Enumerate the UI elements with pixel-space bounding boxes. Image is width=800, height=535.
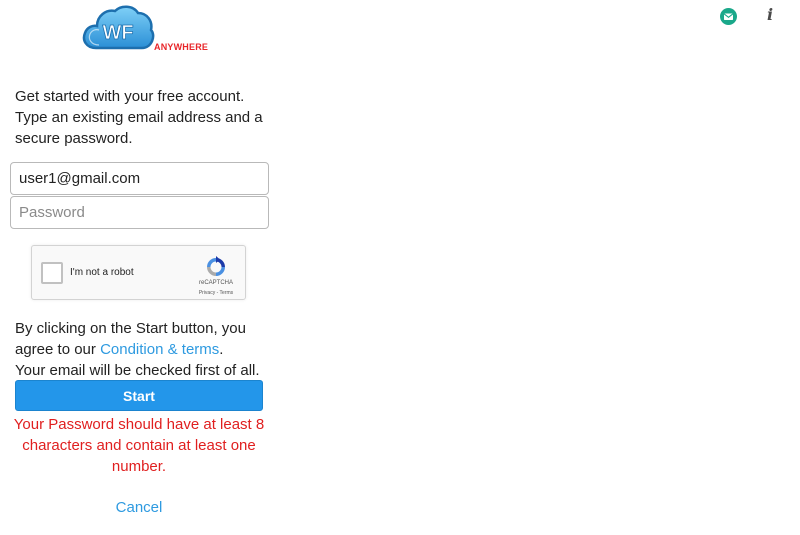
password-error-message: Your Password should have at least 8 cha…: [13, 416, 265, 475]
svg-text:WF: WF: [102, 22, 133, 44]
recaptcha-widget: I'm not a robot reCAPTCHA Privacy - Term…: [31, 245, 246, 300]
app-logo: WF ANYWHERE: [80, 2, 215, 58]
recaptcha-icon: [207, 256, 225, 276]
recaptcha-brand: reCAPTCHA: [198, 280, 233, 286]
recaptcha-label: I'm not a robot: [70, 267, 134, 278]
email-field[interactable]: [10, 162, 269, 195]
password-field[interactable]: [10, 196, 269, 229]
logo-tagline: ANYWHERE: [154, 42, 209, 52]
terms-line3: Your email will be checked first of all.: [15, 362, 260, 379]
intro-text: Get started with your free account. Type…: [15, 88, 263, 147]
mail-icon[interactable]: [720, 8, 737, 25]
recaptcha-checkbox[interactable]: [41, 262, 63, 284]
start-button[interactable]: Start: [15, 380, 263, 411]
terms-link[interactable]: Condition & terms: [100, 341, 219, 358]
header-actions: i: [720, 5, 800, 28]
terms-line2: .: [219, 341, 224, 358]
cancel-link[interactable]: Cancel: [12, 499, 266, 516]
recaptcha-links[interactable]: Privacy - Terms: [182, 290, 250, 296]
logo-initials: WF: [102, 22, 134, 45]
terms-text: By clicking on the Start button, you agr…: [15, 318, 280, 381]
info-icon[interactable]: i: [767, 5, 773, 24]
